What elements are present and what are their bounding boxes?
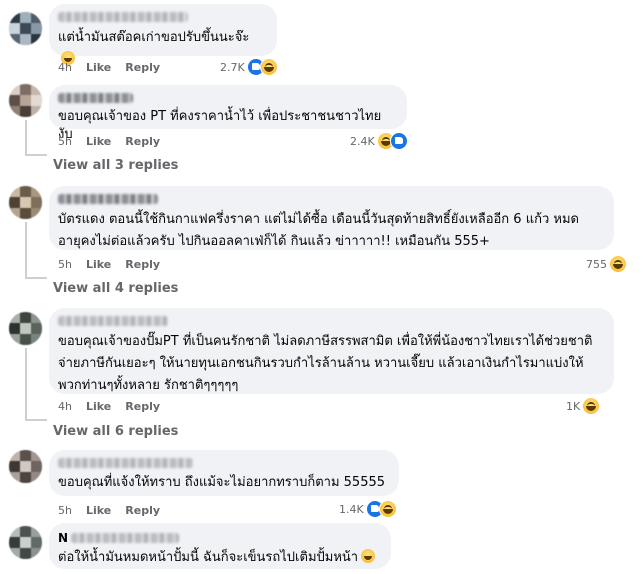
comment-bubble: ขอบคุณเจ้าของปั๊มPT ที่เป็นคนรักชาติ ไม่… bbox=[49, 308, 614, 394]
reaction-summary[interactable]: 2.4K bbox=[350, 132, 408, 150]
commenter-name-row[interactable]: N bbox=[58, 531, 379, 545]
avatar[interactable] bbox=[9, 84, 42, 117]
avatar[interactable] bbox=[9, 186, 42, 219]
view-replies-link[interactable]: View all 4 replies bbox=[53, 281, 178, 296]
like-reaction-icon bbox=[389, 132, 408, 150]
commenter-name[interactable] bbox=[58, 316, 168, 326]
avatar[interactable] bbox=[9, 526, 42, 559]
comment-time[interactable]: 5h bbox=[58, 135, 86, 148]
reaction-count: 755 bbox=[586, 257, 607, 271]
thread-line bbox=[25, 348, 27, 421]
comment-bubble: บัตรแดง ตอนนี้ใช้กินกาแฟครึ่งราคา แต่ไม่… bbox=[49, 186, 614, 250]
comment-text: ขอบคุณที่แจ้งให้ทราบ ถึงแม้จะไม่อยากทราบ… bbox=[58, 475, 386, 490]
comment-bubble: แต่น้ำมันสต๊อคเก่าขอปรับขึ้นนะจ๊ะ bbox=[49, 4, 277, 65]
avatar[interactable] bbox=[9, 450, 42, 483]
comment-actions: 5h Like Reply bbox=[58, 258, 174, 271]
comment-time[interactable]: 4h bbox=[58, 61, 86, 74]
reaction-count: 1.4K bbox=[339, 502, 364, 516]
haha-reaction-icon bbox=[609, 255, 627, 273]
like-button[interactable]: Like bbox=[86, 258, 111, 271]
like-button[interactable]: Like bbox=[86, 61, 111, 74]
comment-bubble: N ต่อให้น้ำมันหมดหน้าปั้มนี้ ฉันก็จะเข็น… bbox=[49, 523, 391, 569]
reaction-count: 2.7K bbox=[220, 60, 245, 74]
reaction-summary[interactable]: 755 bbox=[586, 255, 627, 273]
comment-text: ขอบคุณเจ้าของปั๊มPT ที่เป็นคนรักชาติ ไม่… bbox=[58, 334, 593, 393]
view-replies-link[interactable]: View all 6 replies bbox=[53, 424, 178, 439]
haha-reaction-icon bbox=[582, 397, 601, 415]
reply-button[interactable]: Reply bbox=[125, 258, 160, 271]
like-button[interactable]: Like bbox=[86, 135, 111, 148]
commenter-name[interactable] bbox=[58, 458, 193, 468]
haha-reaction-icon bbox=[378, 500, 397, 518]
comment-text: บัตรแดง ตอนนี้ใช้กินกาแฟครึ่งราคา แต่ไม่… bbox=[58, 212, 579, 249]
reaction-count: 2.4K bbox=[350, 134, 375, 148]
comment-time[interactable]: 4h bbox=[58, 400, 86, 413]
thread-line bbox=[25, 419, 47, 421]
reaction-summary[interactable]: 2.7K bbox=[220, 58, 278, 76]
avatar[interactable] bbox=[9, 12, 42, 45]
reply-button[interactable]: Reply bbox=[125, 504, 160, 517]
comment-actions: 4h Like Reply bbox=[58, 61, 174, 74]
haha-reaction-icon bbox=[259, 58, 278, 76]
reaction-summary[interactable]: 1.4K bbox=[339, 500, 397, 518]
comment-text: ต่อให้น้ำมันหมดหน้าปั้มนี้ ฉันก็จะเข็นรถ… bbox=[58, 549, 379, 567]
comment-bubble: ขอบคุณที่แจ้งให้ทราบ ถึงแม้จะไม่อยากทราบ… bbox=[49, 450, 399, 496]
reply-button[interactable]: Reply bbox=[125, 135, 160, 148]
comment-actions: 5h Like Reply bbox=[58, 504, 174, 517]
commenter-name bbox=[71, 533, 180, 543]
reaction-count: 1K bbox=[566, 399, 581, 413]
like-button[interactable]: Like bbox=[86, 400, 111, 413]
comment-time[interactable]: 5h bbox=[58, 504, 86, 517]
comment-actions: 5h Like Reply bbox=[58, 135, 174, 148]
comment-actions: 4h Like Reply bbox=[58, 400, 174, 413]
rolling-laughing-emoji bbox=[361, 549, 376, 563]
thread-line bbox=[25, 222, 27, 279]
commenter-name-initial: N bbox=[58, 531, 69, 545]
commenter-name[interactable] bbox=[58, 12, 188, 22]
avatar[interactable] bbox=[9, 312, 42, 345]
like-button[interactable]: Like bbox=[86, 504, 111, 517]
reaction-summary[interactable]: 1K bbox=[566, 397, 601, 415]
commenter-name[interactable] bbox=[58, 93, 133, 103]
thread-line bbox=[25, 277, 47, 279]
thread-line bbox=[25, 120, 27, 156]
view-replies-link[interactable]: View all 3 replies bbox=[53, 158, 178, 173]
commenter-name[interactable] bbox=[58, 194, 158, 204]
reply-button[interactable]: Reply bbox=[125, 400, 160, 413]
comment-time[interactable]: 5h bbox=[58, 258, 86, 271]
comment-bubble: ขอบคุณเจ้าของ PT ที่คงราคาน้ำไว้ เพื่อปร… bbox=[49, 85, 407, 142]
reply-button[interactable]: Reply bbox=[125, 61, 160, 74]
thread-line bbox=[25, 154, 47, 156]
